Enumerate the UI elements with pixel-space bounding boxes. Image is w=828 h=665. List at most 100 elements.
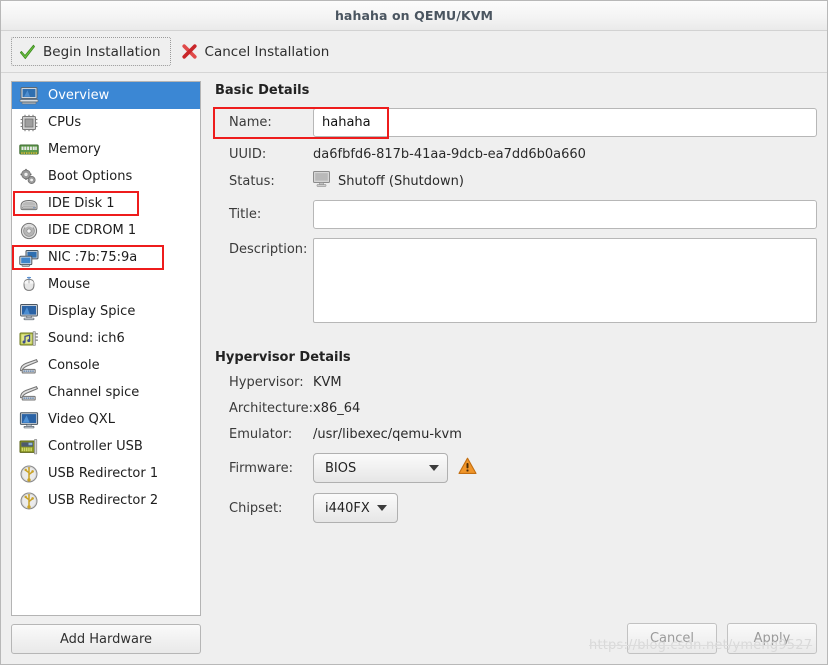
architecture-label: Architecture: (229, 401, 313, 416)
sidebar-item-controller-usb[interactable]: Controller USB (12, 433, 200, 460)
firmware-label: Firmware: (229, 460, 293, 476)
sidebar-item-label: Memory (48, 142, 101, 157)
firmware-select-value: BIOS (325, 460, 357, 476)
sidebar: Overview CPUs Memory Boot Options IDE Disk 1… (11, 81, 201, 654)
sidebar-item-label: CPUs (48, 115, 82, 130)
basic-details-heading: Basic Details (215, 83, 310, 98)
sidebar-item-display-spice[interactable]: Display Spice (12, 298, 200, 325)
warning-triangle-icon (458, 457, 477, 479)
window-title: hahaha on QEMU/KVM (334, 8, 494, 23)
sidebar-item-label: Mouse (48, 277, 91, 292)
sidebar-item-console[interactable]: Console (12, 352, 200, 379)
toolbar: Begin Installation Cancel Installation (1, 31, 827, 73)
green-check-icon (19, 43, 36, 60)
sidebar-item-overview[interactable]: Overview (12, 82, 200, 109)
vm-details-window: hahaha on QEMU/KVM Begin Installation Ca (0, 0, 828, 665)
optical-disc-icon (18, 221, 40, 241)
sidebar-item-label: Sound: ich6 (48, 331, 125, 346)
cpu-chip-icon (18, 113, 40, 133)
network-card-icon (18, 248, 40, 268)
begin-installation-button[interactable]: Begin Installation (11, 37, 171, 66)
sidebar-item-nic-7b-75-9a[interactable]: NIC :7b:75:9a (12, 244, 200, 271)
video-card-icon (18, 410, 40, 430)
apply-button[interactable]: Apply (727, 623, 817, 654)
name-input-value: hahaha (322, 115, 371, 130)
title-input[interactable] (313, 200, 817, 229)
sidebar-item-label: Overview (48, 88, 110, 103)
sidebar-item-label: Video QXL (48, 412, 115, 427)
sidebar-item-sound-ich6[interactable]: Sound: ich6 (12, 325, 200, 352)
description-textarea[interactable] (313, 238, 817, 323)
console-icon (18, 356, 40, 376)
cancel-button-label: Cancel (649, 631, 695, 646)
sidebar-item-label: Boot Options (48, 169, 133, 184)
sidebar-item-label: IDE CDROM 1 (48, 223, 137, 238)
chipset-select-value: i440FX (325, 500, 370, 516)
sidebar-item-usb-redirector-1[interactable]: USB Redirector 1 (12, 460, 200, 487)
status-row: Status: Shutoff (Shutdown) (213, 171, 817, 191)
description-label: Description: (229, 242, 308, 257)
sidebar-item-label: Display Spice (48, 304, 136, 319)
sidebar-item-mouse[interactable]: Mouse (12, 271, 200, 298)
sidebar-item-label: IDE Disk 1 (48, 196, 115, 211)
chipset-select[interactable]: i440FX (313, 493, 398, 523)
uuid-value: da6fbfd6-817b-41aa-9dcb-ea7dd6b0a660 (313, 147, 586, 162)
hypervisor-label: Hypervisor: (229, 375, 304, 390)
add-hardware-label: Add Hardware (59, 631, 153, 647)
emulator-label: Emulator: (229, 427, 293, 442)
name-label: Name: (229, 115, 272, 130)
sidebar-item-ide-cdrom-1[interactable]: IDE CDROM 1 (12, 217, 200, 244)
hypervisor-value: KVM (313, 375, 342, 390)
chipset-label: Chipset: (229, 500, 283, 516)
cancel-installation-button[interactable]: Cancel Installation (173, 37, 340, 66)
shutoff-monitor-icon (313, 171, 330, 191)
hardware-device-list[interactable]: Overview CPUs Memory Boot Options IDE Disk 1… (11, 81, 201, 616)
sidebar-item-channel-spice[interactable]: Channel spice (12, 379, 200, 406)
display-icon (18, 302, 40, 322)
name-input[interactable]: hahaha (313, 108, 817, 137)
sound-card-icon (18, 329, 40, 349)
hypervisor-row: Hypervisor: KVM (213, 375, 817, 390)
sidebar-item-label: USB Redirector 2 (48, 493, 159, 508)
description-row: Description: (213, 238, 817, 323)
sidebar-item-cpus[interactable]: CPUs (12, 109, 200, 136)
firmware-row: Firmware: BIOS (213, 453, 817, 483)
mouse-icon (18, 275, 40, 295)
title-row: Title: (213, 200, 817, 229)
status-label: Status: (229, 173, 275, 189)
status-value: Shutoff (Shutdown) (338, 173, 464, 189)
sidebar-item-ide-disk-1[interactable]: IDE Disk 1 (12, 190, 200, 217)
sidebar-item-label: USB Redirector 1 (48, 466, 159, 481)
controller-card-icon (18, 437, 40, 457)
cancel-button[interactable]: Cancel (627, 623, 717, 654)
sidebar-item-label: Controller USB (48, 439, 143, 454)
chevron-down-icon (429, 465, 439, 471)
sidebar-item-usb-redirector-2[interactable]: USB Redirector 2 (12, 487, 200, 514)
usb-icon (18, 491, 40, 511)
usb-icon (18, 464, 40, 484)
uuid-row: UUID: da6fbfd6-817b-41aa-9dcb-ea7dd6b0a6… (213, 147, 817, 162)
dialog-actions: Cancel Apply (627, 623, 817, 654)
window-body: Overview CPUs Memory Boot Options IDE Disk 1… (1, 73, 827, 664)
hard-disk-icon (18, 194, 40, 214)
sidebar-item-label: Channel spice (48, 385, 140, 400)
emulator-row: Emulator: /usr/libexec/qemu-kvm (213, 427, 817, 442)
begin-installation-label: Begin Installation (43, 43, 161, 60)
hypervisor-details-heading: Hypervisor Details (215, 350, 351, 365)
add-hardware-button[interactable]: Add Hardware (11, 624, 201, 654)
firmware-select[interactable]: BIOS (313, 453, 448, 483)
console-icon (18, 383, 40, 403)
sidebar-item-memory[interactable]: Memory (12, 136, 200, 163)
memory-ram-icon (18, 140, 40, 160)
sidebar-item-label: Console (48, 358, 100, 373)
window-titlebar: hahaha on QEMU/KVM (1, 1, 827, 31)
red-x-icon (181, 43, 198, 60)
title-label: Title: (229, 207, 262, 222)
sidebar-item-label: NIC :7b:75:9a (48, 250, 138, 265)
sidebar-item-video-qxl[interactable]: Video QXL (12, 406, 200, 433)
uuid-label: UUID: (229, 147, 267, 162)
gears-icon (18, 167, 40, 187)
sidebar-item-boot-options[interactable]: Boot Options (12, 163, 200, 190)
architecture-row: Architecture: x86_64 (213, 401, 817, 416)
details-pane: Basic Details Name: hahaha UUID: da6fbfd… (213, 81, 817, 654)
